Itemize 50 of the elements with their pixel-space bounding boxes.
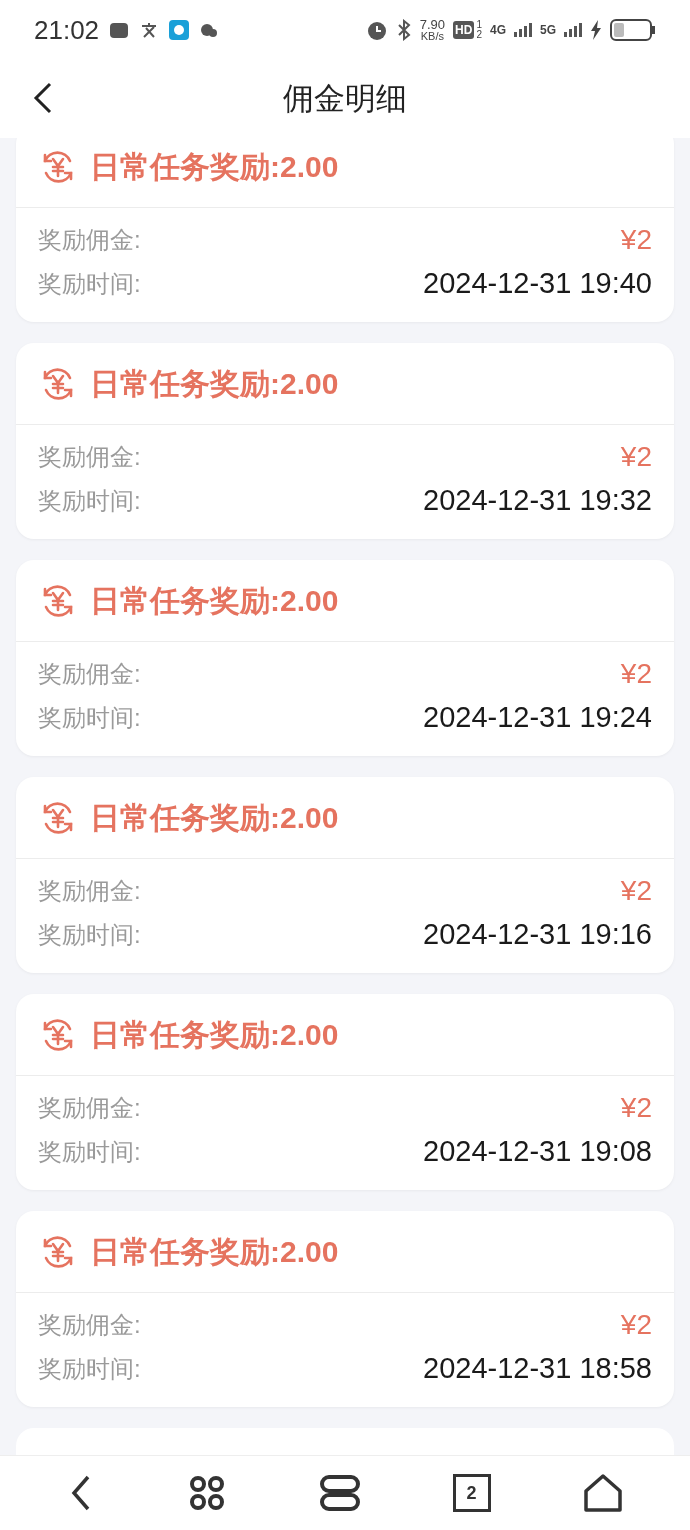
amount-label: 奖励佣金: <box>38 876 141 906</box>
hd-badge: HD <box>453 21 475 39</box>
record-title: 日常任务奖励:2.00 <box>90 1017 339 1053</box>
signal-icon <box>564 23 582 37</box>
amount-label: 奖励佣金: <box>38 442 141 472</box>
network-speed-unit: KB/s <box>420 31 444 42</box>
amount-label: 奖励佣金: <box>38 659 141 689</box>
amount-value: ¥2 <box>620 874 652 908</box>
record-title: 日常任务奖励:2.00 <box>90 366 339 402</box>
bluetooth-icon <box>395 19 412 41</box>
record-title: 日常任务奖励:2.00 <box>90 583 339 619</box>
amount-label: 奖励佣金: <box>38 1310 141 1340</box>
amount-value: ¥2 <box>620 440 652 474</box>
battery-icon <box>610 19 656 41</box>
record-title: 日常任务奖励:2.00 <box>90 1234 339 1270</box>
record-title: 日常任务奖励:2.00 <box>90 149 339 185</box>
amount-value: ¥2 <box>620 223 652 257</box>
time-label: 奖励时间: <box>38 269 141 299</box>
time-label: 奖励时间: <box>38 703 141 733</box>
time-label: 奖励时间: <box>38 486 141 516</box>
time-value: 2024-12-31 19:24 <box>423 700 652 736</box>
amount-value: ¥2 <box>620 1308 652 1342</box>
page-title: 佣金明细 <box>283 79 407 118</box>
sim-number: 1 <box>476 20 482 30</box>
time-value: 2024-12-31 19:08 <box>423 1134 652 1170</box>
amount-label: 奖励佣金: <box>38 225 141 255</box>
time-value: 2024-12-31 19:16 <box>423 917 652 953</box>
network-type: 4G <box>489 22 506 39</box>
app-icon <box>109 20 130 40</box>
sim-number: 2 <box>476 30 482 40</box>
time-label: 奖励时间: <box>38 1137 141 1167</box>
time-value: 2024-12-31 19:32 <box>423 483 652 519</box>
amount-value: ¥2 <box>620 657 652 691</box>
network-type: 5G <box>540 22 556 39</box>
clock-time: 21:02 <box>34 13 100 47</box>
network-speed: 7.90 <box>419 18 446 31</box>
nav-home-button[interactable] <box>582 1473 625 1513</box>
alarm-icon <box>365 19 388 41</box>
nav-menu-button[interactable] <box>319 1473 361 1513</box>
time-label: 奖励时间: <box>38 920 141 950</box>
time-value: 2024-12-31 18:58 <box>423 1351 652 1387</box>
amount-value: ¥2 <box>620 1091 652 1125</box>
app-icon <box>169 20 190 40</box>
time-value: 2024-12-31 19:40 <box>423 266 652 302</box>
nav-tabs-button[interactable]: 2 <box>452 1474 491 1512</box>
charging-icon <box>590 20 602 40</box>
time-label: 奖励时间: <box>38 1354 141 1384</box>
record-title: 日常任务奖励:2.00 <box>90 800 339 836</box>
signal-icon <box>514 23 532 37</box>
amount-label: 奖励佣金: <box>38 1093 141 1123</box>
